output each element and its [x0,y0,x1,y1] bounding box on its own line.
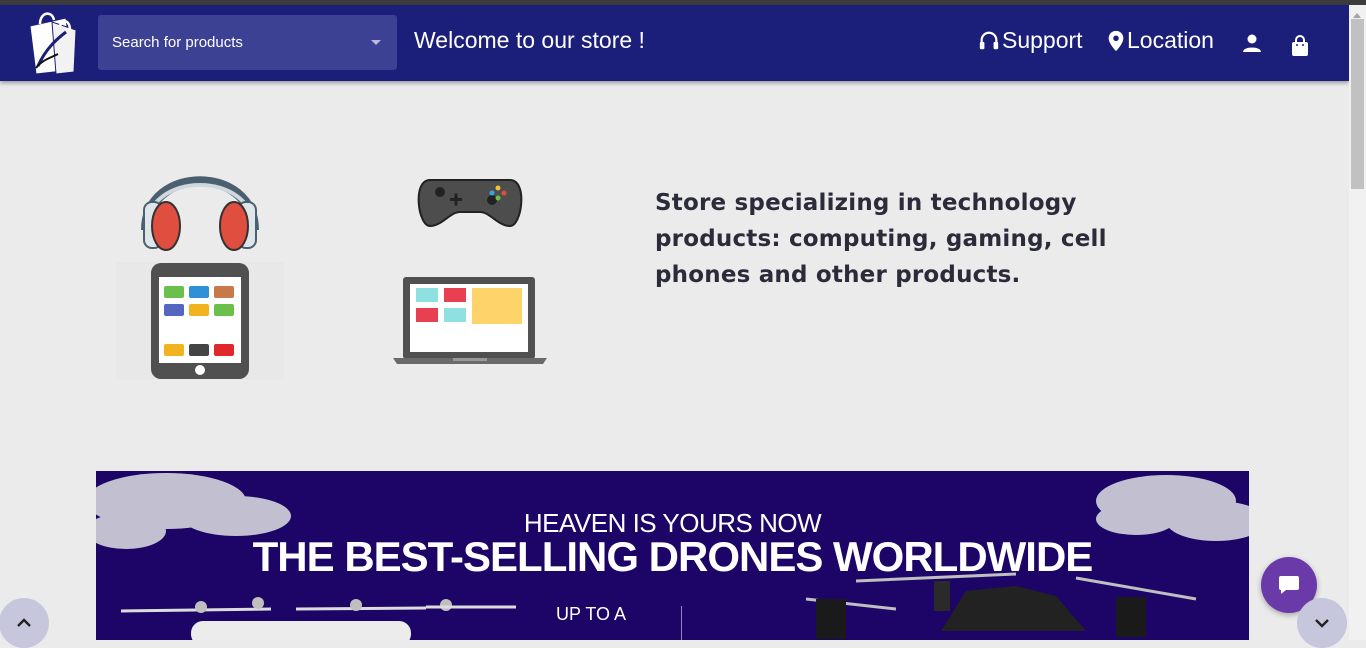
location-label: Location [1127,27,1214,53]
laptop-illustration [393,277,547,364]
scroll-up-button[interactable] [0,598,49,648]
scrollbar-thumb[interactable] [1351,19,1364,189]
drones-promo-banner[interactable]: HEAVEN IS YOURS NOW THE BEST-SELLING DRO… [96,471,1249,640]
user-icon[interactable] [1242,33,1262,57]
caret-down-icon [371,40,381,45]
scrollbar-up-arrow-icon[interactable] [1353,13,1361,18]
welcome-text: Welcome to our store ! [414,27,645,53]
banner-divider [681,606,682,640]
page-scrollbar[interactable] [1349,5,1366,640]
location-link[interactable]: Location [1107,27,1214,54]
chevron-down-icon [1315,619,1329,628]
hero-illustrations [100,140,570,390]
chat-bubble-icon [1279,576,1299,594]
banner-upto: UP TO A [556,604,627,624]
black-drone-illustration [805,572,1197,639]
store-logo[interactable] [22,8,78,78]
search-placeholder: Search for products [112,34,243,51]
chevron-up-icon [17,618,31,627]
search-select[interactable]: Search for products [98,15,397,70]
scroll-down-button[interactable] [1297,598,1347,648]
navbar: Search for products Welcome to our store… [0,5,1349,81]
headphones-illustration [141,176,259,251]
map-pin-icon [1108,30,1124,51]
banner-title: THE BEST-SELLING DRONES WORLDWIDE [252,533,1094,580]
white-drone-illustration [120,597,516,640]
store-description: Store specializing in technology product… [655,190,1107,288]
support-label: Support [1002,27,1083,53]
game-controller-illustration [417,179,523,228]
support-link[interactable]: Support [978,27,1083,54]
shopping-bag-icon[interactable] [1291,35,1309,61]
smartphone-illustration [116,262,284,380]
headphones-icon [979,31,999,49]
